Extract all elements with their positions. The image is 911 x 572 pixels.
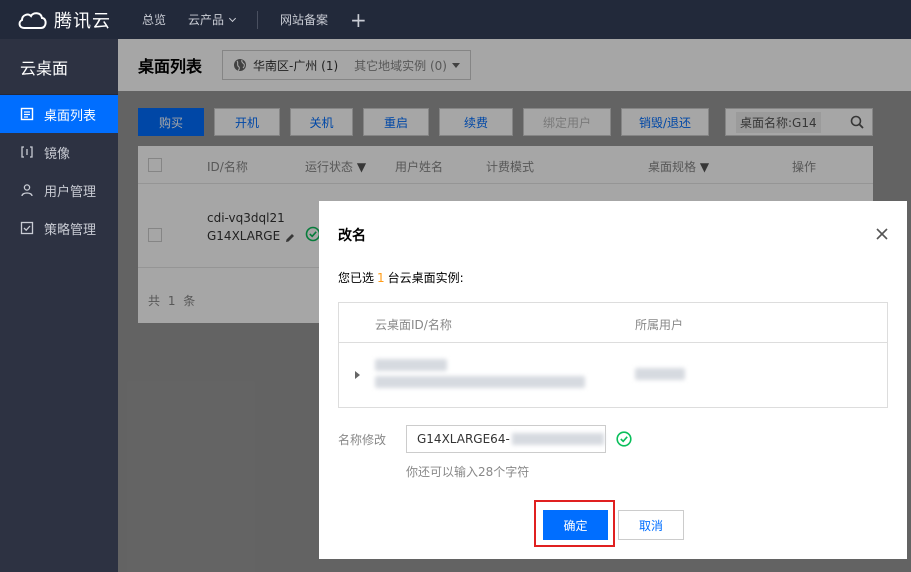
name-input[interactable]: G14XLARGE64-: [406, 425, 606, 453]
cancel-button[interactable]: 取消: [618, 510, 684, 540]
selected-suffix: 台云桌面实例:: [387, 271, 464, 285]
sidebar-item-desktop-list[interactable]: 桌面列表: [0, 95, 118, 133]
nav-products-label: 云产品: [188, 13, 225, 27]
selected-instances-table: 云桌面ID/名称 所属用户: [338, 302, 888, 408]
selected-count: 1: [377, 271, 385, 285]
cloud-logo-icon: [18, 11, 47, 29]
sidebar-title: 云桌面: [0, 39, 118, 95]
check-circle-icon: [616, 431, 632, 447]
blurred-name-suffix: [511, 433, 604, 445]
confirm-button[interactable]: 确定: [543, 510, 608, 540]
sidebar-item-users[interactable]: 用户管理: [0, 171, 118, 209]
top-navigation: 腾讯云 总览 云产品 网站备案 +: [0, 0, 911, 39]
nav-icp[interactable]: 网站备案: [280, 11, 328, 28]
policy-icon: [20, 221, 34, 235]
sidebar: 云桌面 桌面列表 镜像 用户管理 策略管理: [0, 39, 118, 572]
dialog-title: 改名: [338, 228, 366, 244]
sidebar-item-label: 用户管理: [44, 184, 97, 200]
image-icon: [21, 146, 33, 158]
sidebar-item-label: 桌面列表: [44, 108, 97, 124]
close-icon[interactable]: [875, 227, 889, 241]
list-icon: [20, 107, 34, 121]
nav-overview[interactable]: 总览: [142, 11, 166, 28]
rename-dialog: 改名 您已选 1 台云桌面实例: 云桌面ID/名称 所属用户 名称修改 G14XLA…: [319, 201, 907, 559]
char-remaining-hint: 你还可以输入28个字符: [406, 465, 530, 479]
sidebar-item-policy[interactable]: 策略管理: [0, 209, 118, 247]
plus-icon[interactable]: +: [350, 10, 367, 30]
blurred-owner: [635, 368, 685, 380]
nav-products[interactable]: 云产品: [188, 11, 237, 28]
chevron-down-icon: [228, 14, 237, 22]
blurred-instance-id: [375, 359, 447, 371]
expand-caret-icon[interactable]: [355, 371, 360, 379]
nav-icp-label: 网站备案: [280, 13, 329, 27]
inner-table-row: [339, 343, 887, 407]
inner-col-id-name: 云桌面ID/名称: [375, 318, 452, 332]
user-icon: [21, 184, 33, 197]
sidebar-item-label: 镜像: [44, 146, 71, 162]
sidebar-item-label: 策略管理: [44, 222, 97, 238]
name-input-value: G14XLARGE64-: [417, 432, 510, 446]
selected-prefix: 您已选: [338, 271, 375, 285]
sidebar-item-image[interactable]: 镜像: [0, 133, 118, 171]
blurred-instance-name: [375, 376, 585, 388]
name-field-label: 名称修改: [338, 433, 387, 447]
inner-col-owner: 所属用户: [635, 318, 684, 332]
brand-logo[interactable]: 腾讯云: [0, 7, 118, 33]
nav-overview-label: 总览: [142, 13, 167, 27]
inner-table-header: 云桌面ID/名称 所属用户: [339, 303, 887, 343]
brand-name: 腾讯云: [54, 10, 111, 32]
selected-summary: 您已选 1 台云桌面实例:: [338, 269, 464, 286]
nav-divider: [257, 10, 259, 29]
